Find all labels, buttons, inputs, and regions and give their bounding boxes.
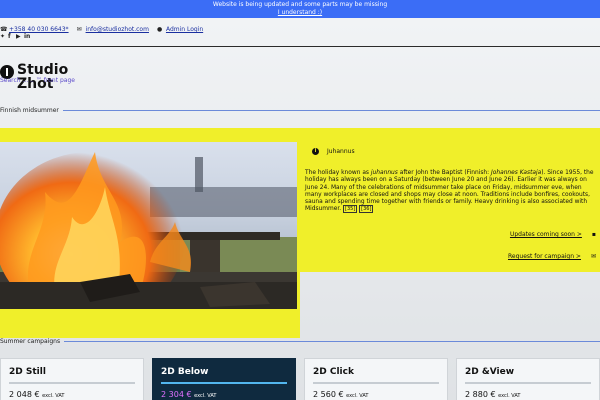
- campaign-cards: 2D Still 2 048 € excl. VAT 2D Below 2 30…: [0, 358, 600, 400]
- card-name: 2D Still: [9, 367, 46, 377]
- card-name: 2D Below: [161, 367, 209, 377]
- phone-item: ☎ +358 40 030 6643*: [0, 26, 69, 33]
- youtube-icon[interactable]: ▶: [16, 34, 22, 40]
- campaign-card-2d-click[interactable]: 2D Click 2 560 € excl. VAT: [304, 358, 448, 400]
- linkedin-icon[interactable]: in: [24, 34, 30, 40]
- search-front-page-link[interactable]: Search ... .. ™ front page: [0, 77, 75, 84]
- admin-login-link[interactable]: Admin Login: [166, 26, 203, 33]
- card-name: 2D &View: [465, 367, 515, 377]
- request-campaign-link[interactable]: Request for campaign >: [508, 253, 581, 260]
- info-icon: i: [312, 148, 319, 155]
- logo-line1: Studio: [17, 62, 69, 78]
- card-underline: [465, 382, 591, 384]
- campaigns-section-heading: Summer campaigns: [0, 338, 600, 345]
- bonfire-image: [0, 142, 297, 309]
- card-underline: [161, 382, 287, 384]
- card-name: 2D Click: [313, 367, 354, 377]
- phone-icon: ☎: [0, 25, 8, 33]
- campaigns-section-title: Summer campaigns: [0, 338, 61, 345]
- citation-link[interactable]: [35]: [343, 205, 358, 214]
- twitter-icon[interactable]: ✦: [0, 34, 6, 40]
- section-rule: [64, 341, 600, 342]
- header-divider: [0, 46, 600, 47]
- section-rule: [62, 110, 600, 111]
- card-price: 2 560 € excl. VAT: [313, 390, 369, 399]
- campaign-card-2d-below[interactable]: 2D Below 2 304 € excl. VAT: [152, 358, 296, 400]
- citation-link[interactable]: [36]: [359, 205, 374, 214]
- midsummer-section-heading: Finnish midsummer: [0, 107, 600, 114]
- hero-image-panel: [0, 128, 300, 338]
- card-underline: [313, 382, 439, 384]
- email-link[interactable]: info@studiozhot.com: [86, 26, 149, 33]
- email-item: ✉ info@studiozhot.com: [77, 26, 149, 33]
- campaign-card-2d-still[interactable]: 2D Still 2 048 € excl. VAT: [0, 358, 144, 400]
- card-price: 2 304 € excl. VAT: [161, 390, 217, 399]
- article-body: The holiday known as juhannus after John…: [305, 170, 594, 214]
- phone-link[interactable]: +358 40 030 6643*: [9, 26, 69, 33]
- article-heading: i Juhannus: [312, 148, 355, 155]
- facebook-icon[interactable]: f: [8, 34, 14, 40]
- contact-bar: ☎ +358 40 030 6643* ✉ info@studiozhot.co…: [0, 26, 203, 33]
- envelope-icon: ✉: [590, 253, 596, 260]
- briefcase-icon: ▪: [591, 231, 596, 238]
- updates-link[interactable]: Updates coming soon >: [510, 231, 582, 238]
- envelope-icon: ✉: [76, 25, 82, 33]
- article-panel: i Juhannus The holiday known as juhannus…: [300, 128, 600, 272]
- dismiss-notice-link[interactable]: I understand :): [0, 9, 600, 17]
- campaign-card-2d-view[interactable]: 2D &View 2 880 € excl. VAT: [456, 358, 600, 400]
- update-notice-banner: Website is being updated and some parts …: [0, 0, 600, 18]
- card-price: 2 048 € excl. VAT: [9, 390, 65, 399]
- social-links: ✦ f ▶ in: [0, 34, 30, 40]
- card-underline: [9, 382, 135, 384]
- update-notice-text: Website is being updated and some parts …: [212, 1, 388, 8]
- updates-cta: Updates coming soon > ▪: [510, 231, 596, 238]
- admin-item: ● Admin Login: [157, 26, 203, 33]
- article-title: Juhannus: [327, 148, 355, 155]
- user-icon: ●: [156, 25, 163, 33]
- campaign-cta: Request for campaign > ✉: [508, 253, 596, 260]
- card-price: 2 880 € excl. VAT: [465, 390, 521, 399]
- midsummer-section-title: Finnish midsummer: [0, 107, 59, 114]
